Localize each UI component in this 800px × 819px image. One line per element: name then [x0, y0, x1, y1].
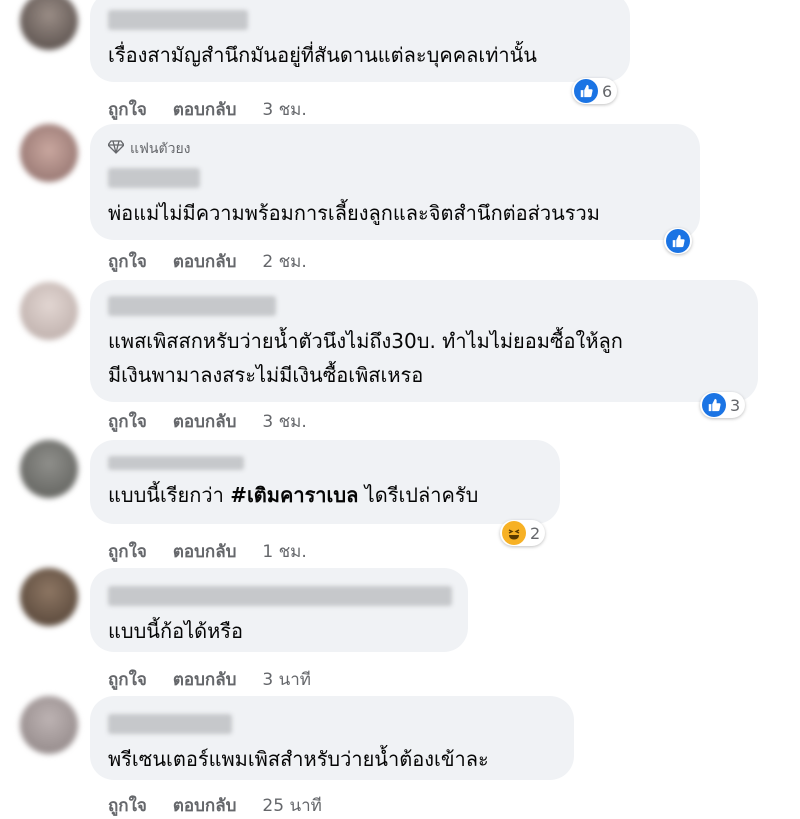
fan-badge-label: แฟนตัวยง	[130, 141, 191, 157]
comment-text: พ่อแม่ไม่มีความพร้อมการเลี้ยงลูกและจิตสำ…	[108, 201, 600, 225]
like-icon	[574, 79, 598, 103]
comment-text: แบบนี้เรียกว่า #เติมคาราเบล ไดรีเปล่าครั…	[108, 478, 542, 512]
comment-actions: ถูกใจ ตอบกลับ 3 ชม.	[108, 408, 307, 435]
comment-actions: ถูกใจ ตอบกลับ 25 นาที	[108, 792, 322, 819]
reaction-count-value: 2	[530, 523, 541, 543]
timestamp[interactable]: 25 นาที	[262, 792, 321, 819]
like-link[interactable]: ถูกใจ	[108, 666, 147, 693]
comment-text: แบบนี้ก้อได้หรือ	[108, 619, 244, 643]
comment-bubble: แพสเพิสสกหรับว่ายน้ำตัวนึงไม่ถึง30บ. ทำไ…	[90, 280, 758, 402]
reaction-count-value: 3	[730, 395, 741, 415]
fan-badge: แฟนตัวยง	[107, 138, 682, 160]
avatar[interactable]	[20, 440, 78, 498]
haha-icon	[502, 521, 526, 545]
comment-actions: ถูกใจ ตอบกลับ 3 นาที	[108, 666, 311, 693]
reply-link[interactable]: ตอบกลับ	[173, 666, 237, 693]
comment-actions: ถูกใจ ตอบกลับ 3 ชม.	[108, 96, 307, 123]
avatar[interactable]	[20, 282, 78, 340]
timestamp[interactable]: 3 ชม.	[262, 96, 306, 123]
author-name-blurred[interactable]	[108, 168, 200, 188]
reply-link[interactable]: ตอบกลับ	[173, 408, 237, 435]
timestamp[interactable]: 2 ชม.	[262, 248, 306, 275]
reaction-count[interactable]: 3	[700, 392, 746, 418]
author-name-blurred[interactable]	[108, 714, 232, 734]
like-link[interactable]: ถูกใจ	[108, 96, 147, 123]
reaction-count-value: 6	[602, 81, 613, 101]
avatar[interactable]	[20, 696, 78, 754]
reply-link[interactable]: ตอบกลับ	[173, 248, 237, 275]
author-name-blurred[interactable]	[108, 456, 244, 470]
comment-text-line-1: แพสเพิสสกหรับว่ายน้ำตัวนึงไม่ถึง30บ. ทำไ…	[108, 329, 623, 353]
comment-text-line-2: มีเงินพามาลงสระไม่มีเงินซื้อเพิสเหรอ	[108, 363, 424, 387]
timestamp[interactable]: 3 ชม.	[262, 408, 306, 435]
reaction-count[interactable]: 6	[572, 78, 618, 104]
like-link[interactable]: ถูกใจ	[108, 408, 147, 435]
author-name-blurred[interactable]	[108, 296, 276, 316]
reply-link[interactable]: ตอบกลับ	[173, 96, 237, 123]
reply-link[interactable]: ตอบกลับ	[173, 792, 237, 819]
reaction-count[interactable]	[664, 228, 692, 254]
hashtag-link[interactable]: #เติมคาราเบล	[230, 483, 358, 507]
comment-text: เรื่องสามัญสำนึกมันอยู่ที่สันดานแต่ละบุค…	[108, 43, 537, 67]
comment-bubble: แฟนตัวยง พ่อแม่ไม่มีความพร้อมการเลี้ยงลู…	[90, 124, 700, 240]
avatar[interactable]	[20, 124, 78, 182]
timestamp[interactable]: 1 ชม.	[262, 538, 306, 565]
comment-bubble: เรื่องสามัญสำนึกมันอยู่ที่สันดานแต่ละบุค…	[90, 0, 630, 82]
reply-link[interactable]: ตอบกลับ	[173, 538, 237, 565]
avatar[interactable]	[20, 0, 78, 50]
comment-text-before: แบบนี้เรียกว่า	[108, 483, 231, 507]
like-link[interactable]: ถูกใจ	[108, 248, 147, 275]
comment-text: พรีเซนเตอร์แพมเพิสสำหรับว่ายน้ำต้องเข้าล…	[108, 747, 489, 771]
like-link[interactable]: ถูกใจ	[108, 792, 147, 819]
comment-actions: ถูกใจ ตอบกลับ 1 ชม.	[108, 538, 307, 565]
like-link[interactable]: ถูกใจ	[108, 538, 147, 565]
like-icon	[702, 393, 726, 417]
comment-bubble: พรีเซนเตอร์แพมเพิสสำหรับว่ายน้ำต้องเข้าล…	[90, 696, 574, 780]
timestamp[interactable]: 3 นาที	[262, 666, 311, 693]
reaction-count[interactable]: 2	[500, 520, 546, 546]
author-name-blurred[interactable]	[108, 10, 248, 30]
like-icon	[666, 229, 690, 253]
comment-bubble: แบบนี้เรียกว่า #เติมคาราเบล ไดรีเปล่าครั…	[90, 440, 560, 524]
comment-actions: ถูกใจ ตอบกลับ 2 ชม.	[108, 248, 307, 275]
avatar[interactable]	[20, 568, 78, 626]
author-name-blurred[interactable]	[108, 586, 452, 606]
comment-text-after: ไดรีเปล่าครับ	[358, 483, 479, 507]
diamond-icon	[107, 140, 125, 158]
comment-bubble: แบบนี้ก้อได้หรือ	[90, 568, 468, 652]
